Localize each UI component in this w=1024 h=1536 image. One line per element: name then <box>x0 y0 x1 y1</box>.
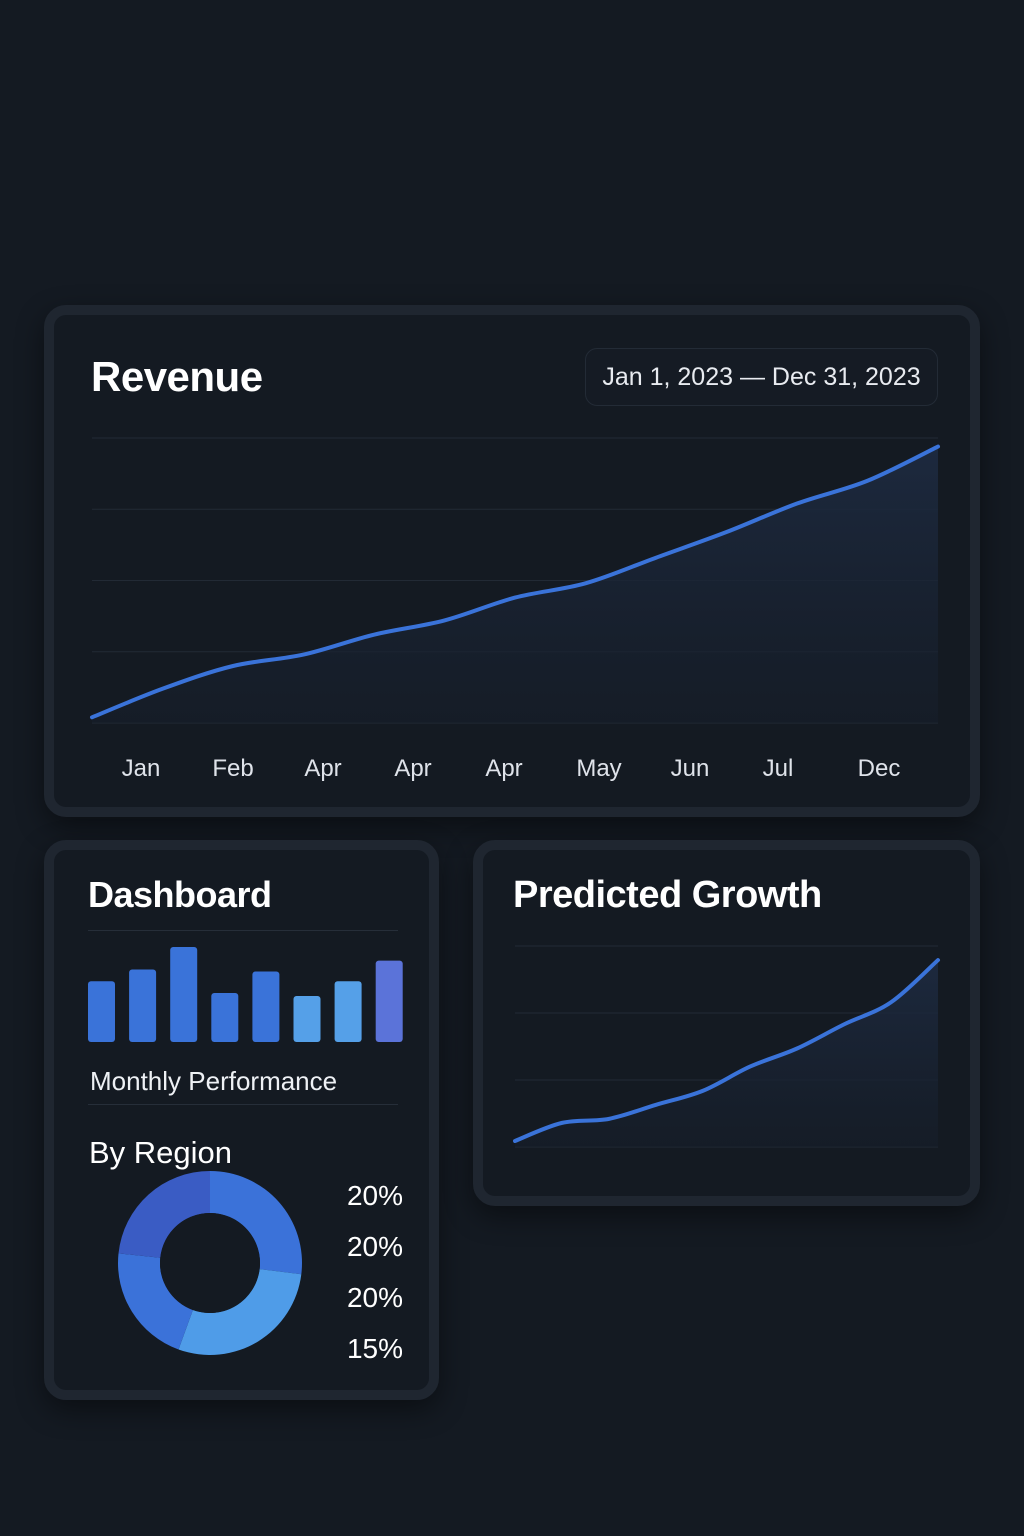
donut-hole <box>160 1213 260 1313</box>
predicted-growth-title: Predicted Growth <box>513 874 822 916</box>
revenue-title: Revenue <box>91 353 263 400</box>
dashboard-card: Dashboard Monthly Performance By Region … <box>44 840 439 1400</box>
revenue-card: Revenue Jan 1, 2023 — Dec 31, 2023 Jan Fe… <box>44 305 980 817</box>
region-percentage: 20% <box>346 1231 403 1262</box>
area-fill <box>92 446 938 723</box>
region-percentage: 20% <box>346 1282 403 1313</box>
predicted-growth-card: Predicted Growth <box>473 840 980 1206</box>
region-percentage: 20% <box>346 1180 403 1211</box>
region-percentage: 15% <box>346 1333 403 1364</box>
date-range-picker[interactable]: Jan 1, 2023 — Dec 31, 2023 <box>585 348 938 406</box>
